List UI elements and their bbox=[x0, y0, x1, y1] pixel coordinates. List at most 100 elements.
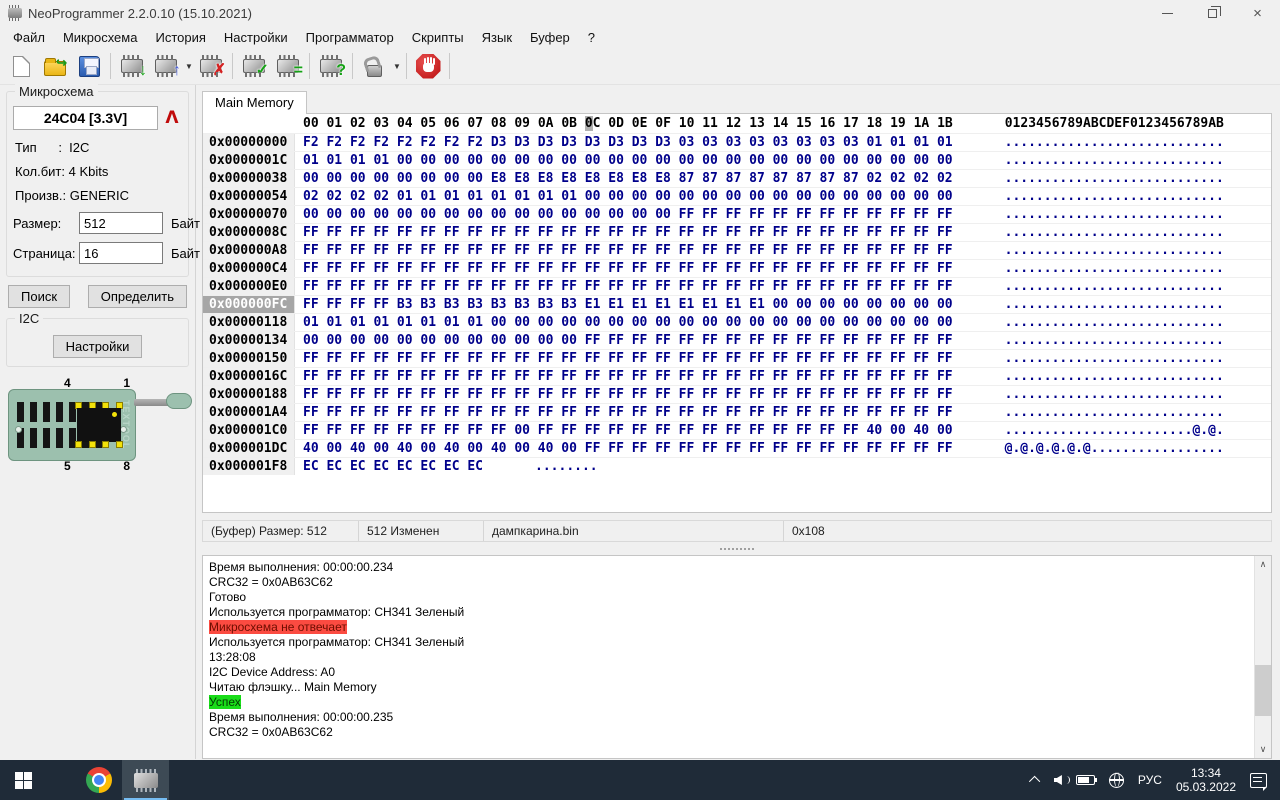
menu-item-3[interactable]: История bbox=[146, 28, 214, 47]
hex-ascii[interactable]: ............................ bbox=[1005, 152, 1224, 169]
menu-item-7[interactable]: Язык bbox=[473, 28, 521, 47]
scroll-thumb[interactable] bbox=[1255, 665, 1271, 715]
menu-item-9[interactable]: ? bbox=[579, 28, 604, 47]
hex-bytes[interactable]: FF FF FF FF FF FF FF FF FF FF FF FF FF F… bbox=[303, 386, 953, 403]
hex-ascii[interactable]: ............................ bbox=[1005, 224, 1224, 241]
menu-item-8[interactable]: Буфер bbox=[521, 28, 579, 47]
hex-bytes[interactable]: FF FF FF FF FF FF FF FF FF FF FF FF FF F… bbox=[303, 224, 953, 241]
hex-ascii[interactable]: ............................ bbox=[1005, 332, 1224, 349]
taskbar-chrome-button[interactable] bbox=[75, 760, 122, 800]
hex-ascii[interactable]: ............................ bbox=[1005, 206, 1224, 223]
query-chip-button[interactable]: ? bbox=[314, 50, 348, 82]
hex-row-0x000001C0[interactable]: 0x000001C0FF FF FF FF FF FF FF FF FF 00 … bbox=[203, 421, 1271, 439]
hex-ascii[interactable]: ............................ bbox=[1005, 260, 1224, 277]
start-button[interactable] bbox=[0, 760, 47, 800]
menu-item-2[interactable]: Микросхема bbox=[54, 28, 147, 47]
hex-bytes[interactable]: FF FF FF FF FF FF FF FF FF FF FF FF FF F… bbox=[303, 350, 953, 367]
hex-row-0x00000054[interactable]: 0x0000005402 02 02 02 01 01 01 01 01 01 … bbox=[203, 187, 1271, 205]
menu-item-6[interactable]: Скрипты bbox=[403, 28, 473, 47]
hex-ascii[interactable]: ........................@.@. bbox=[1005, 422, 1224, 439]
hex-ascii[interactable]: ............................ bbox=[1005, 170, 1224, 187]
hex-row-0x000000E0[interactable]: 0x000000E0FF FF FF FF FF FF FF FF FF FF … bbox=[203, 277, 1271, 295]
minimize-button[interactable] bbox=[1145, 0, 1190, 26]
write-dropdown-caret[interactable]: ▼ bbox=[184, 62, 194, 71]
hex-row-0x0000001C[interactable]: 0x0000001C01 01 01 01 00 00 00 00 00 00 … bbox=[203, 151, 1271, 169]
hex-ascii[interactable]: ............................ bbox=[1005, 350, 1224, 367]
hex-bytes[interactable]: FF FF FF FF FF FF FF FF FF FF FF FF FF F… bbox=[303, 368, 953, 385]
hex-row-0x000000C4[interactable]: 0x000000C4FF FF FF FF FF FF FF FF FF FF … bbox=[203, 259, 1271, 277]
hex-row-0x00000000[interactable]: 0x00000000F2 F2 F2 F2 F2 F2 F2 F2 D3 D3 … bbox=[203, 133, 1271, 151]
hex-bytes[interactable]: FF FF FF FF FF FF FF FF FF FF FF FF FF F… bbox=[303, 260, 953, 277]
hex-bytes[interactable]: FF FF FF FF FF FF FF FF FF FF FF FF FF F… bbox=[303, 404, 953, 421]
hex-ascii[interactable]: @.@.@.@.@.@................. bbox=[1005, 440, 1224, 457]
hex-row-0x00000070[interactable]: 0x0000007000 00 00 00 00 00 00 00 00 00 … bbox=[203, 205, 1271, 223]
detect-chip-button[interactable]: Определить bbox=[88, 285, 187, 308]
read-chip-button[interactable]: ↓ bbox=[115, 50, 149, 82]
tray-battery-button[interactable] bbox=[1069, 760, 1102, 800]
tray-notifications-button[interactable] bbox=[1243, 760, 1274, 800]
hex-bytes[interactable]: FF FF FF FF FF FF FF FF FF FF FF FF FF F… bbox=[303, 278, 953, 295]
hex-bytes[interactable]: FF FF FF FF FF FF FF FF FF 00 FF FF FF F… bbox=[303, 422, 953, 439]
hex-bytes[interactable]: 00 00 00 00 00 00 00 00 00 00 00 00 FF F… bbox=[303, 332, 953, 349]
hex-ascii[interactable]: ........ bbox=[535, 458, 598, 475]
hex-row-0x00000188[interactable]: 0x00000188FF FF FF FF FF FF FF FF FF FF … bbox=[203, 385, 1271, 403]
hex-bytes[interactable]: 00 00 00 00 00 00 00 00 E8 E8 E8 E8 E8 E… bbox=[303, 170, 953, 187]
hex-bytes[interactable]: 01 01 01 01 00 00 00 00 00 00 00 00 00 0… bbox=[303, 152, 953, 169]
hex-ascii[interactable]: ............................ bbox=[1005, 368, 1224, 385]
hex-ascii[interactable]: ............................ bbox=[1005, 404, 1224, 421]
log-output[interactable]: Время выполнения: 00:00:00.234CRC32 = 0x… bbox=[203, 556, 1254, 758]
unlock-dropdown-caret[interactable]: ▼ bbox=[392, 62, 402, 71]
hex-bytes[interactable]: 40 00 40 00 40 00 40 00 40 00 40 00 FF F… bbox=[303, 440, 953, 457]
hex-row-0x00000118[interactable]: 0x0000011801 01 01 01 01 01 01 01 00 00 … bbox=[203, 313, 1271, 331]
hex-row-0x00000150[interactable]: 0x00000150FF FF FF FF FF FF FF FF FF FF … bbox=[203, 349, 1271, 367]
hex-row-0x00000038[interactable]: 0x0000003800 00 00 00 00 00 00 00 E8 E8 … bbox=[203, 169, 1271, 187]
chip-name-display[interactable]: 24C04 [3.3V] bbox=[13, 106, 158, 130]
tray-volume-button[interactable] bbox=[1047, 760, 1069, 800]
write-chip-button[interactable]: ↑ bbox=[149, 50, 183, 82]
hex-ascii[interactable]: ............................ bbox=[1005, 296, 1224, 313]
hex-row-0x000000A8[interactable]: 0x000000A8FF FF FF FF FF FF FF FF FF FF … bbox=[203, 241, 1271, 259]
menu-item-4[interactable]: Настройки bbox=[215, 28, 297, 47]
hex-ascii[interactable]: ............................ bbox=[1005, 386, 1224, 403]
size-input[interactable] bbox=[79, 212, 163, 234]
unlock-button[interactable] bbox=[357, 50, 391, 82]
save-file-button[interactable] bbox=[72, 50, 106, 82]
datasheet-pdf-icon[interactable]: Λ bbox=[162, 107, 182, 129]
hex-row-0x00000134[interactable]: 0x0000013400 00 00 00 00 00 00 00 00 00 … bbox=[203, 331, 1271, 349]
hex-row-0x000001F8[interactable]: 0x000001F8EC EC EC EC EC EC EC EC.......… bbox=[203, 457, 1271, 475]
i2c-settings-button[interactable]: Настройки bbox=[53, 335, 143, 358]
scroll-down-icon[interactable]: ∨ bbox=[1255, 741, 1271, 758]
hex-bytes[interactable]: 02 02 02 02 01 01 01 01 01 01 01 01 00 0… bbox=[303, 188, 953, 205]
tab-main-memory[interactable]: Main Memory bbox=[202, 91, 307, 114]
verify-chip-button[interactable]: ✓ bbox=[237, 50, 271, 82]
hex-bytes[interactable]: FF FF FF FF FF FF FF FF FF FF FF FF FF F… bbox=[303, 242, 953, 259]
tray-chevron-button[interactable] bbox=[1025, 760, 1047, 800]
hex-ascii[interactable]: ............................ bbox=[1005, 188, 1224, 205]
erase-chip-button[interactable]: ✗ bbox=[194, 50, 228, 82]
hex-ascii[interactable]: ............................ bbox=[1005, 242, 1224, 259]
hex-bytes[interactable]: 00 00 00 00 00 00 00 00 00 00 00 00 00 0… bbox=[303, 206, 953, 223]
scroll-up-icon[interactable]: ∧ bbox=[1255, 556, 1271, 573]
hex-row-0x000001DC[interactable]: 0x000001DC40 00 40 00 40 00 40 00 40 00 … bbox=[203, 439, 1271, 457]
log-scrollbar[interactable]: ∧ ∨ bbox=[1254, 556, 1271, 758]
menu-item-1[interactable]: Файл bbox=[4, 28, 54, 47]
open-file-button[interactable]: ↪ bbox=[38, 50, 72, 82]
tray-clock-button[interactable]: 13:34 05.03.2022 bbox=[1169, 760, 1243, 800]
restore-button[interactable] bbox=[1190, 0, 1235, 26]
new-file-button[interactable] bbox=[4, 50, 38, 82]
compare-chip-button[interactable]: = bbox=[271, 50, 305, 82]
tray-network-button[interactable] bbox=[1102, 760, 1131, 800]
hex-ascii[interactable]: ............................ bbox=[1005, 314, 1224, 331]
scroll-track[interactable] bbox=[1255, 573, 1271, 741]
hex-bytes[interactable]: 01 01 01 01 01 01 01 01 00 00 00 00 00 0… bbox=[303, 314, 953, 331]
hex-row-0x0000016C[interactable]: 0x0000016CFF FF FF FF FF FF FF FF FF FF … bbox=[203, 367, 1271, 385]
hex-ascii[interactable]: ............................ bbox=[1005, 278, 1224, 295]
hex-editor[interactable]: 00 01 02 03 04 05 06 07 08 09 0A 0B 0C 0… bbox=[202, 113, 1272, 513]
stop-button[interactable] bbox=[411, 50, 445, 82]
page-input[interactable] bbox=[79, 242, 163, 264]
hex-ascii[interactable]: ............................ bbox=[1005, 134, 1224, 151]
hex-row-0x000000FC[interactable]: 0x000000FCFF FF FF FF B3 B3 B3 B3 B3 B3 … bbox=[203, 295, 1271, 313]
log-splitter[interactable] bbox=[202, 542, 1272, 555]
taskbar-neoprogrammer-button[interactable] bbox=[122, 760, 169, 800]
hex-bytes[interactable]: FF FF FF FF B3 B3 B3 B3 B3 B3 B3 B3 E1 E… bbox=[303, 296, 953, 313]
